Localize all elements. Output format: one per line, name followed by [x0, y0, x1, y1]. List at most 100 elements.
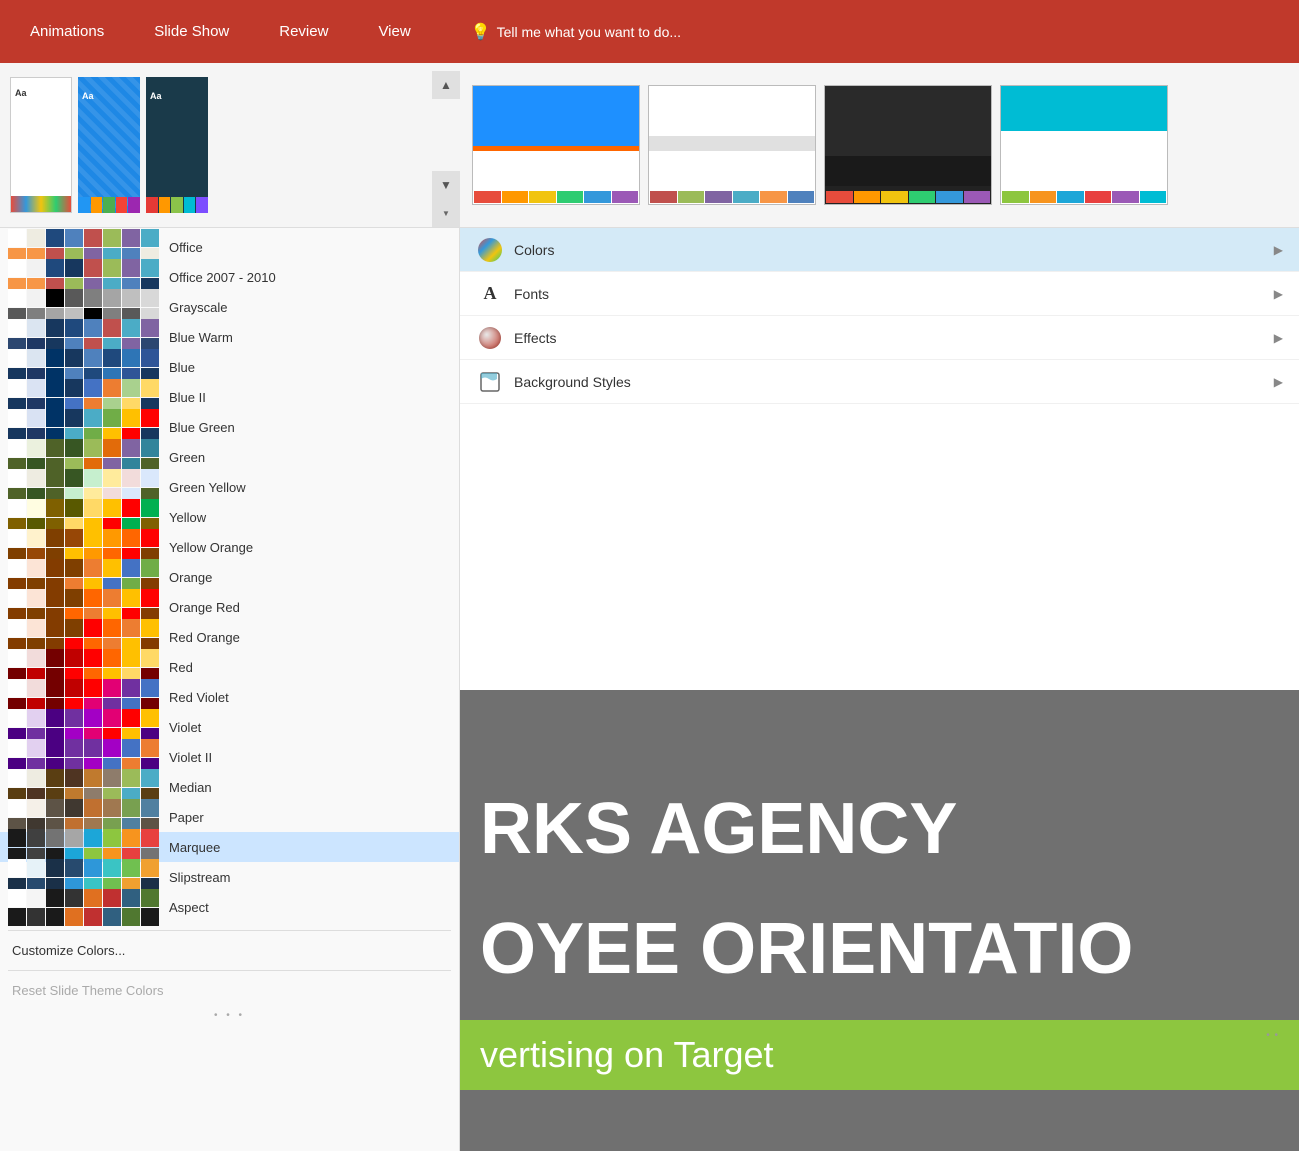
swatch-2-2 [46, 289, 64, 307]
swatch-22-12 [84, 908, 102, 926]
scroll-expand-button[interactable]: ▼ [432, 199, 460, 227]
theme-thumbnails-row: Aa Aa Aa [0, 63, 460, 228]
effects-menu-item[interactable]: Effects ▶ [460, 316, 1299, 360]
swatch-14-6 [122, 649, 140, 667]
color-scheme-name-22: Aspect [169, 900, 209, 915]
swatch-17-7 [141, 739, 159, 757]
color-scheme-name-13: Red Orange [169, 630, 240, 645]
customize-colors-button[interactable]: Customize Colors... [0, 935, 459, 966]
swatch-1-1 [27, 259, 45, 277]
swatch-13-2 [46, 619, 64, 637]
theme-thumbnail-2[interactable]: Aa [76, 75, 138, 215]
reset-colors-button: Reset Slide Theme Colors [0, 975, 459, 1006]
color-scheme-item-1[interactable]: Office 2007 - 2010 [0, 262, 459, 292]
swatch-8-7 [141, 469, 159, 487]
swatch-22-15 [141, 908, 159, 926]
swatch-8-3 [65, 469, 83, 487]
swatch-11-5 [103, 559, 121, 577]
slide-content-area: RKS AGENCY OYEE ORIENTATIO vertising on … [460, 690, 1299, 1151]
swatch-15-2 [46, 679, 64, 697]
swatch-14-4 [84, 649, 102, 667]
swatch-6-7 [141, 409, 159, 427]
swatch-17-1 [27, 739, 45, 757]
swatch-15-6 [122, 679, 140, 697]
color-scheme-item-20[interactable]: Marquee [0, 832, 459, 862]
color-scheme-item-0[interactable]: Office [0, 232, 459, 262]
color-scheme-name-6: Blue Green [169, 420, 235, 435]
color-scheme-name-10: Yellow Orange [169, 540, 253, 555]
tab-review[interactable]: Review [269, 15, 338, 48]
swatch-12-2 [46, 589, 64, 607]
swatch-2-4 [84, 289, 102, 307]
swatch-22-1 [27, 889, 45, 907]
swatch-1-2 [46, 259, 64, 277]
color-scheme-name-16: Violet [169, 720, 201, 735]
swatch-16-2 [46, 709, 64, 727]
color-scheme-item-18[interactable]: Median [0, 772, 459, 802]
color-scheme-item-4[interactable]: Blue [0, 352, 459, 382]
swatch-3-5 [103, 319, 121, 337]
swatch-19-6 [122, 799, 140, 817]
swatch-3-4 [84, 319, 102, 337]
color-scheme-item-16[interactable]: Violet [0, 712, 459, 742]
color-scheme-item-10[interactable]: Yellow Orange [0, 532, 459, 562]
swatch-10-4 [84, 529, 102, 547]
theme-thumbnail-1[interactable]: Aa [8, 75, 70, 215]
color-scheme-item-19[interactable]: Paper [0, 802, 459, 832]
color-scheme-item-9[interactable]: Yellow [0, 502, 459, 532]
color-scheme-item-12[interactable]: Orange Red [0, 592, 459, 622]
color-scheme-name-3: Blue Warm [169, 330, 233, 345]
color-scheme-name-12: Orange Red [169, 600, 240, 615]
color-scheme-item-11[interactable]: Orange [0, 562, 459, 592]
swatch-22-9 [27, 908, 45, 926]
swatch-17-4 [84, 739, 102, 757]
color-scheme-item-17[interactable]: Violet II [0, 742, 459, 772]
tab-view[interactable]: View [368, 15, 420, 48]
swatch-18-7 [141, 769, 159, 787]
swatch-5-3 [65, 379, 83, 397]
swatch-22-13 [103, 908, 121, 926]
colors-menu-item[interactable]: Colors ▶ [460, 228, 1299, 272]
scroll-down-button[interactable]: ▼ [432, 171, 460, 199]
swatch-22-7 [141, 889, 159, 907]
color-scheme-name-21: Slipstream [169, 870, 230, 885]
swatch-9-2 [46, 499, 64, 517]
swatch-12-4 [84, 589, 102, 607]
color-scheme-item-15[interactable]: Red Violet [0, 682, 459, 712]
swatch-10-1 [27, 529, 45, 547]
color-scheme-item-3[interactable]: Blue Warm [0, 322, 459, 352]
swatch-10-6 [122, 529, 140, 547]
swatch-3-3 [65, 319, 83, 337]
swatch-15-1 [27, 679, 45, 697]
swatch-4-5 [103, 349, 121, 367]
fonts-menu-item[interactable]: A Fonts ▶ [460, 272, 1299, 316]
swatch-12-6 [122, 589, 140, 607]
color-scheme-item-5[interactable]: Blue II [0, 382, 459, 412]
color-scheme-name-14: Red [169, 660, 193, 675]
color-scheme-item-6[interactable]: Blue Green [0, 412, 459, 442]
color-scheme-item-22[interactable]: Aspect [0, 892, 459, 922]
color-scheme-item-21[interactable]: Slipstream [0, 862, 459, 892]
tab-slideshow[interactable]: Slide Show [144, 15, 239, 48]
big-thumb-colorful[interactable] [472, 85, 640, 205]
color-scheme-item-13[interactable]: Red Orange [0, 622, 459, 652]
ribbon-search-area: 💡 Tell me what you want to do... [471, 22, 681, 42]
swatch-0-5 [103, 229, 121, 247]
color-scheme-item-2[interactable]: Grayscale [0, 292, 459, 322]
tab-animations[interactable]: Animations [20, 15, 114, 48]
theme-thumbnail-3[interactable]: Aa [144, 75, 206, 215]
big-thumb-dark[interactable] [824, 85, 992, 205]
swatch-4-3 [65, 349, 83, 367]
color-scheme-item-8[interactable]: Green Yellow [0, 472, 459, 502]
swatch-1-5 [103, 259, 121, 277]
swatch-7-6 [122, 439, 140, 457]
swatch-7-7 [141, 439, 159, 457]
color-scheme-item-14[interactable]: Red [0, 652, 459, 682]
big-thumb-white[interactable] [648, 85, 816, 205]
scroll-up-button[interactable]: ▲ [432, 71, 460, 99]
color-scheme-item-7[interactable]: Green [0, 442, 459, 472]
bg-styles-icon [476, 368, 504, 396]
bg-styles-menu-item[interactable]: Background Styles ▶ [460, 360, 1299, 404]
swatch-22-2 [46, 889, 64, 907]
big-thumb-teal[interactable] [1000, 85, 1168, 205]
